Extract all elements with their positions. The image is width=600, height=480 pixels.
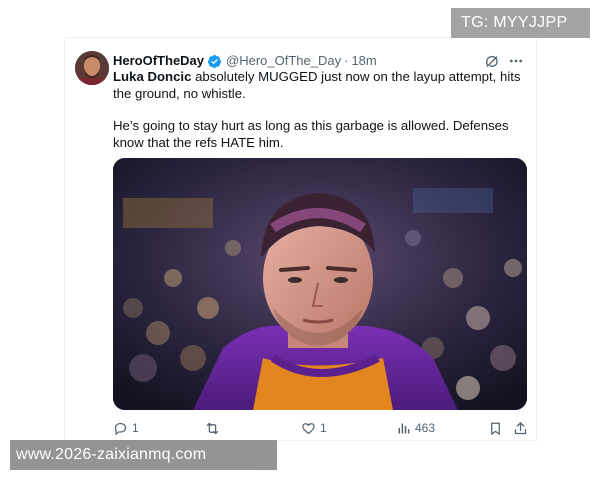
reply-button[interactable]: 1 [113, 421, 139, 436]
like-button[interactable]: 1 [301, 421, 327, 436]
verified-icon [207, 54, 222, 69]
like-count: 1 [320, 421, 327, 435]
tweet-paragraph-2: He’s going to stay hurt as long as this … [113, 118, 509, 150]
display-name[interactable]: HeroOfTheDay [113, 52, 204, 70]
tweet-header: HeroOfTheDay @Hero_OfThe_Day · 18m [113, 52, 524, 70]
handle[interactable]: @Hero_OfThe_Day [226, 52, 341, 70]
more-icon[interactable] [508, 53, 524, 69]
separator: · [344, 53, 349, 68]
views-button[interactable]: 463 [396, 421, 435, 436]
watermark-url: www.2026-zaixianmq.com [10, 440, 277, 470]
mention-luka[interactable]: Luka Doncic [113, 69, 191, 84]
reply-icon [114, 422, 127, 436]
views-count: 463 [415, 421, 436, 435]
reply-count: 1 [132, 421, 139, 435]
timestamp[interactable]: 18m [351, 52, 376, 70]
repost-button[interactable] [205, 421, 224, 436]
bookmark-icon [491, 422, 500, 435]
tweet-text: Luka Doncic absolutely MUGGED just now o… [113, 69, 525, 151]
header-actions [484, 53, 524, 69]
share-button[interactable] [513, 421, 528, 436]
tweet-photo[interactable] [113, 158, 527, 410]
views-icon [398, 423, 410, 433]
avatar[interactable] [75, 51, 109, 85]
like-icon [302, 422, 315, 434]
photo-image [113, 158, 527, 410]
tweet-actions: 1 1 463 [113, 419, 527, 437]
avatar-image [75, 51, 109, 85]
watermark-telegram: TG: MYYJJPP [451, 8, 590, 38]
share-icon [514, 421, 527, 434]
repost-icon [206, 422, 219, 434]
bookmark-button[interactable] [488, 421, 503, 436]
tweet-card[interactable]: HeroOfTheDay @Hero_OfThe_Day · 18m Luka … [65, 38, 536, 440]
tweet-paragraph-1: Luka Doncic absolutely MUGGED just now o… [113, 69, 525, 102]
grok-icon[interactable] [484, 53, 500, 69]
